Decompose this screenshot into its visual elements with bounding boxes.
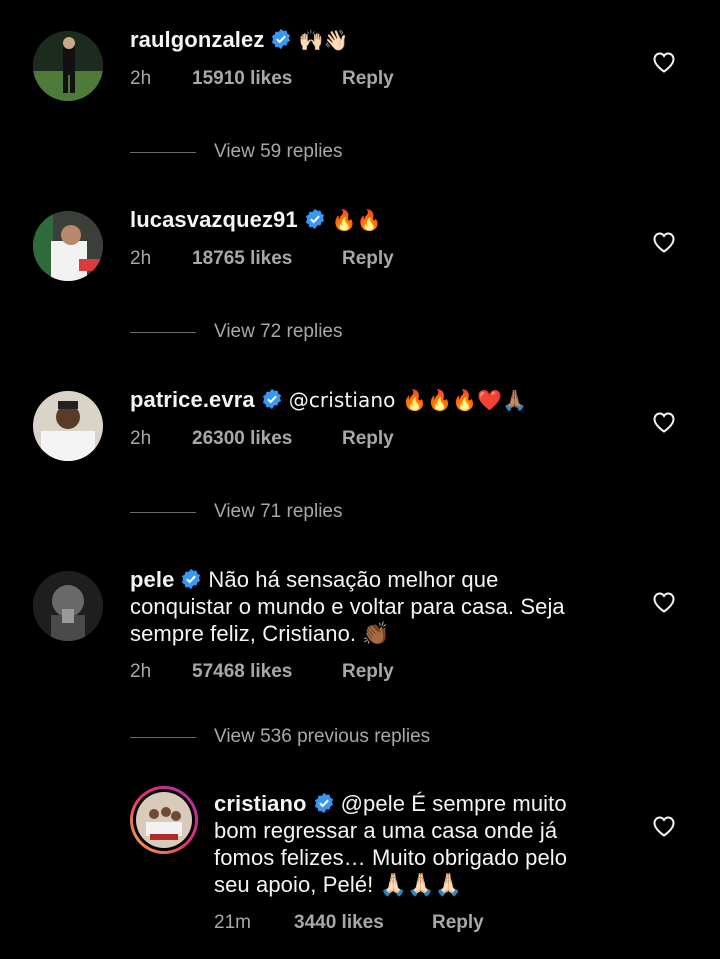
likes-count[interactable]: 15910 likes [192,68,342,90]
reply-button[interactable]: Reply [342,248,394,270]
timestamp: 21m [214,912,251,933]
comment-meta: 2h 18765 likes Reply [130,248,394,270]
view-replies-label[interactable]: View 72 replies [214,321,343,343]
timestamp: 2h [130,661,152,682]
replies-divider [130,331,196,333]
timestamp: 2h [130,248,152,269]
verified-badge-icon [182,568,201,590]
avatar[interactable] [33,211,103,281]
avatar[interactable] [33,31,103,101]
view-replies-label[interactable]: View 71 replies [214,501,343,523]
comment-text-line: bom regressar a uma casa onde já [214,818,558,843]
comment-text-line: Não há sensação melhor que [208,567,499,592]
comment-text: 🙌🏻👋🏻 [298,28,349,52]
heart-outline-icon[interactable] [652,231,676,253]
likes-count[interactable]: 18765 likes [192,248,342,270]
view-replies-button[interactable]: View 59 replies [130,141,343,163]
comment-text-line: fomos felizes… Muito obrigado pelo [214,845,568,870]
replies-divider [130,151,196,153]
likes-count[interactable]: 26300 likes [192,428,342,450]
avatar[interactable] [33,391,103,461]
avatar-photo-icon [133,789,195,851]
likes-count[interactable]: 3440 likes [294,912,432,934]
reply-button[interactable]: Reply [342,428,394,450]
comment-text-line: @pele É sempre muito [340,791,567,816]
verified-badge-icon [262,388,281,410]
reply-button[interactable]: Reply [432,912,484,934]
verified-badge-icon [314,792,333,814]
avatar-photo-icon [33,31,103,101]
likes-count[interactable]: 57468 likes [192,661,342,683]
replies-divider [130,736,196,738]
comment-text: 🔥🔥 [331,208,382,232]
view-replies-button[interactable]: View 72 replies [130,321,343,343]
heart-outline-icon[interactable] [652,411,676,433]
avatar-photo-icon [33,571,103,641]
verified-badge-icon [305,208,324,230]
view-replies-label[interactable]: View 536 previous replies [214,726,430,748]
view-replies-button[interactable]: View 536 previous replies [130,726,430,748]
username[interactable]: patrice.evra [130,387,255,412]
comment-text-line: seu apoio, Pelé! 🙏🏻🙏🏻🙏🏻 [214,872,463,897]
comment-text-line: conquistar o mundo e voltar para casa. S… [130,594,565,619]
verified-badge-icon [272,28,291,50]
reply-button[interactable]: Reply [342,661,394,683]
heart-outline-icon[interactable] [652,51,676,73]
username[interactable]: lucasvazquez91 [130,207,298,232]
view-replies-button[interactable]: View 71 replies [130,501,343,523]
heart-outline-icon[interactable] [652,591,676,613]
reply-button[interactable]: Reply [342,68,394,90]
avatar-photo-icon [33,211,103,281]
avatar-photo-icon [33,391,103,461]
username[interactable]: raulgonzalez [130,27,264,52]
view-replies-label[interactable]: View 59 replies [214,141,343,163]
comment-meta: 2h 26300 likes Reply [130,428,527,450]
comment-meta: 2h 57468 likes Reply [130,661,565,683]
comment-text: @cristiano 🔥🔥🔥❤️🙏🏽 [288,388,527,412]
heart-outline-icon[interactable] [652,815,676,837]
comment-meta: 2h 15910 likes Reply [130,68,394,90]
timestamp: 2h [130,428,152,449]
username[interactable]: pele [130,567,174,592]
comment-meta: 21m 3440 likes Reply [214,912,567,934]
avatar[interactable] [33,571,103,641]
replies-divider [130,511,196,513]
timestamp: 2h [130,68,152,89]
username[interactable]: cristiano [214,791,307,816]
avatar[interactable] [130,786,198,854]
comment-text-line: sempre feliz, Cristiano. 👏🏾 [130,621,390,646]
